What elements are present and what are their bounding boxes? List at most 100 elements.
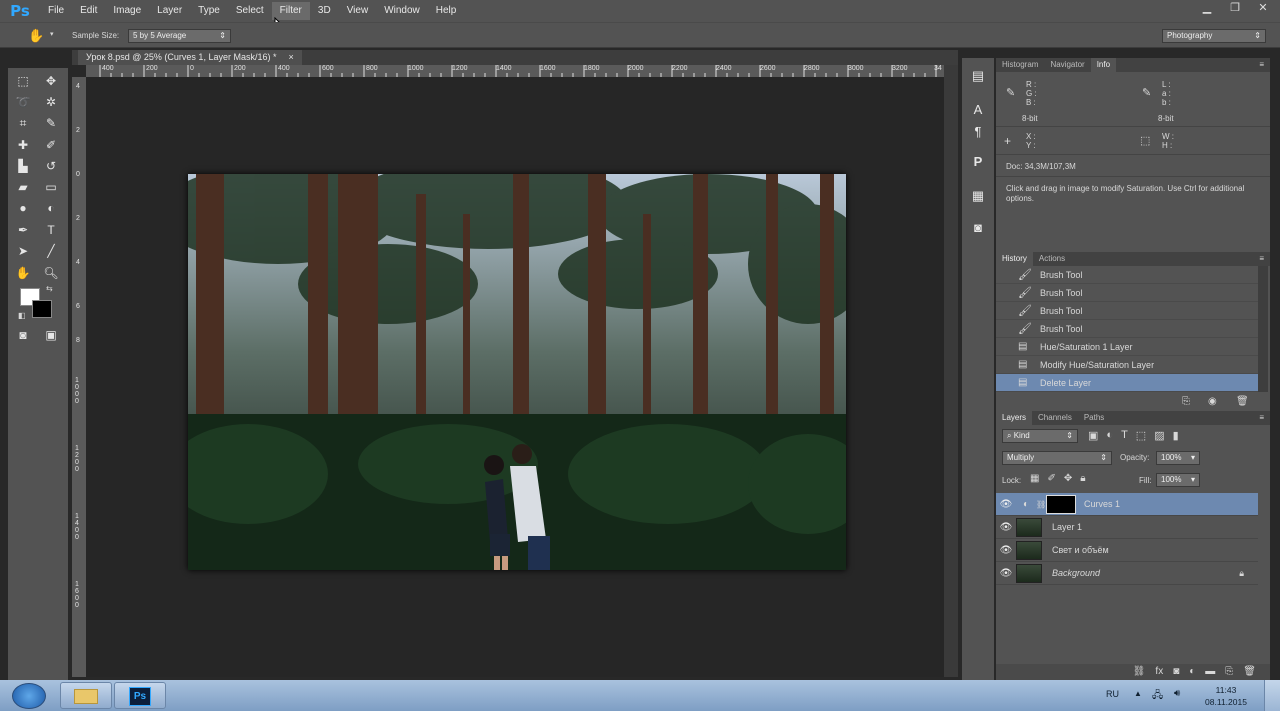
swap-colors-icon[interactable]: ⇆ xyxy=(46,284,53,293)
opacity-input[interactable]: 100% ▾ xyxy=(1156,451,1200,465)
visibility-eye-icon[interactable]: 👁︎ xyxy=(996,545,1016,556)
tab-navigator[interactable]: Navigator xyxy=(1044,58,1090,72)
menu-view[interactable]: View xyxy=(339,2,377,20)
tab-history[interactable]: History xyxy=(996,252,1033,266)
eraser-tool-icon[interactable]: ▰ xyxy=(12,178,34,196)
filter-adjustment-icon[interactable]: ◐ xyxy=(1106,429,1113,442)
taskbar-explorer-folder-icon[interactable] xyxy=(60,682,112,709)
new-layer-icon[interactable]: ⎘ xyxy=(1225,664,1233,680)
menu-edit[interactable]: Edit xyxy=(72,2,105,20)
quick-mask-icon[interactable]: ◙ xyxy=(12,326,34,344)
new-document-from-state-icon[interactable]: ⎘ xyxy=(1182,396,1190,407)
default-colors-icon[interactable]: ◧ xyxy=(18,311,26,320)
close-button[interactable]: ✕ xyxy=(1252,0,1274,16)
magic-wand-tool-icon[interactable]: ✲ xyxy=(40,93,62,111)
layer-kind-filter[interactable]: ⌕ Kind ⇕ xyxy=(1002,429,1078,443)
tab-actions[interactable]: Actions xyxy=(1033,252,1071,266)
history-item[interactable]: 🖌︎ Brush Tool xyxy=(996,320,1258,338)
fill-input[interactable]: 100% ▾ xyxy=(1156,473,1200,487)
delete-layer-trash-icon[interactable]: 🗑︎ xyxy=(1243,664,1256,680)
start-button-windows-icon[interactable] xyxy=(12,683,46,709)
show-desktop-button[interactable] xyxy=(1264,680,1280,711)
filter-pixel-icon[interactable]: ▣ xyxy=(1088,429,1098,442)
menu-layer[interactable]: Layer xyxy=(149,2,190,20)
type-tool-icon[interactable]: T xyxy=(40,221,62,239)
character-panel-icon[interactable]: A xyxy=(967,100,989,120)
clock[interactable]: 11:43 08.11.2015 xyxy=(1198,684,1254,708)
tab-paths[interactable]: Paths xyxy=(1078,411,1110,425)
swatches-panel-icon[interactable]: ▦ xyxy=(967,186,989,206)
layer-name[interactable]: Свет и объём xyxy=(1052,545,1109,555)
history-item-selected[interactable]: ▤ Delete Layer xyxy=(996,374,1258,392)
blend-mode-select[interactable]: Multiply ⇕ xyxy=(1002,451,1112,465)
layer-name[interactable]: Layer 1 xyxy=(1052,522,1082,532)
visibility-eye-icon[interactable]: 👁︎ xyxy=(996,568,1016,579)
lock-image-icon[interactable]: ✐ xyxy=(1047,473,1055,484)
lock-all-icon[interactable]: 🔒︎ xyxy=(1080,473,1085,484)
menu-help[interactable]: Help xyxy=(428,2,465,20)
snapshot-camera-icon[interactable]: ◉ xyxy=(1208,396,1217,407)
history-brush-tool-icon[interactable]: ↺ xyxy=(40,157,62,175)
history-item[interactable]: ▤ Hue/Saturation 1 Layer xyxy=(996,338,1258,356)
document-photo[interactable] xyxy=(188,174,846,570)
crop-tool-icon[interactable]: ⌗ xyxy=(12,114,34,132)
paragraph-panel-icon[interactable]: ¶ xyxy=(967,122,989,142)
layer-row-background[interactable]: 👁︎ Background 🔒︎ xyxy=(996,562,1258,585)
show-hidden-icons-icon[interactable]: ▲ xyxy=(1134,689,1142,698)
filter-smart-object-icon[interactable]: ▨ xyxy=(1154,429,1164,442)
new-adjustment-icon[interactable]: ◐ xyxy=(1189,664,1195,680)
menu-file[interactable]: File xyxy=(40,2,72,20)
eyedropper-tool-icon[interactable]: ✎ xyxy=(40,114,62,132)
hand-tool-icon[interactable]: ✋ xyxy=(12,264,34,282)
menu-window[interactable]: Window xyxy=(376,2,428,20)
line-tool-icon[interactable]: ╱ xyxy=(40,242,62,260)
hand-tool-preset-icon[interactable]: ✋ xyxy=(28,28,44,44)
menu-image[interactable]: Image xyxy=(105,2,149,20)
zoom-tool-icon[interactable]: 🔍︎ xyxy=(40,264,62,282)
filter-shape-icon[interactable]: ⬚ xyxy=(1136,429,1146,442)
add-mask-icon[interactable]: ◙ xyxy=(1173,664,1179,680)
tool-preset-dropdown-arrow-icon[interactable]: ▾ xyxy=(50,30,54,38)
panel-menu-icon[interactable]: ≡ xyxy=(1259,252,1270,266)
layer-name[interactable]: Curves 1 xyxy=(1084,499,1120,509)
volume-icon[interactable]: 🔊︎ xyxy=(1174,688,1180,699)
history-scrollbar[interactable] xyxy=(1258,266,1268,392)
layer-name[interactable]: Background xyxy=(1052,568,1100,578)
marquee-tool-icon[interactable]: ⬚ xyxy=(12,72,34,90)
layer-mask-thumbnail[interactable] xyxy=(1046,494,1076,514)
panels-collapse-icon[interactable]: ▤ xyxy=(967,66,989,86)
history-item[interactable]: 🖌︎ Brush Tool xyxy=(996,266,1258,284)
minimize-button[interactable]: ▁ xyxy=(1196,0,1218,16)
blur-tool-icon[interactable]: ● xyxy=(12,199,34,217)
lock-position-icon[interactable]: ✥ xyxy=(1064,473,1072,484)
path-selection-tool-icon[interactable]: ➤ xyxy=(12,242,34,260)
pen-tool-icon[interactable]: ✒ xyxy=(12,221,34,239)
filter-toggle-icon[interactable]: ▮ xyxy=(1173,429,1179,442)
brush-tool-icon[interactable]: ✐ xyxy=(40,136,62,154)
adjustments-panel-icon[interactable]: ◙ xyxy=(967,218,989,238)
lasso-tool-icon[interactable]: ➰ xyxy=(12,93,34,111)
menu-type[interactable]: Type xyxy=(190,2,228,20)
taskbar-photoshop-button[interactable]: Ps xyxy=(114,682,166,709)
restore-button[interactable]: ❐ xyxy=(1224,0,1246,16)
panel-menu-icon[interactable]: ≡ xyxy=(1259,58,1270,72)
properties-panel-icon[interactable]: P xyxy=(967,152,989,172)
visibility-eye-icon[interactable]: 👁︎ xyxy=(996,522,1016,533)
new-group-folder-icon[interactable]: ▬ xyxy=(1205,664,1215,680)
background-color-swatch[interactable] xyxy=(32,300,52,318)
layer-style-fx-icon[interactable]: fx xyxy=(1155,664,1163,680)
canvas-vertical-scrollbar[interactable] xyxy=(944,65,958,677)
healing-brush-tool-icon[interactable]: ✚ xyxy=(12,136,34,154)
history-item[interactable]: 🖌︎ Brush Tool xyxy=(996,302,1258,320)
sample-size-select[interactable]: 5 by 5 Average ⇕ xyxy=(128,29,231,43)
language-indicator[interactable]: RU xyxy=(1106,689,1119,699)
menu-3d[interactable]: 3D xyxy=(310,2,339,20)
tab-channels[interactable]: Channels xyxy=(1032,411,1078,425)
gradient-tool-icon[interactable]: ▭ xyxy=(40,178,62,196)
tab-info[interactable]: Info xyxy=(1090,58,1117,72)
history-item[interactable]: 🖌︎ Brush Tool xyxy=(996,284,1258,302)
clone-stamp-tool-icon[interactable]: ▙ xyxy=(12,157,34,175)
tab-layers[interactable]: Layers xyxy=(996,411,1033,425)
tab-histogram[interactable]: Histogram xyxy=(996,58,1044,72)
visibility-eye-icon[interactable]: 👁︎ xyxy=(996,499,1016,510)
